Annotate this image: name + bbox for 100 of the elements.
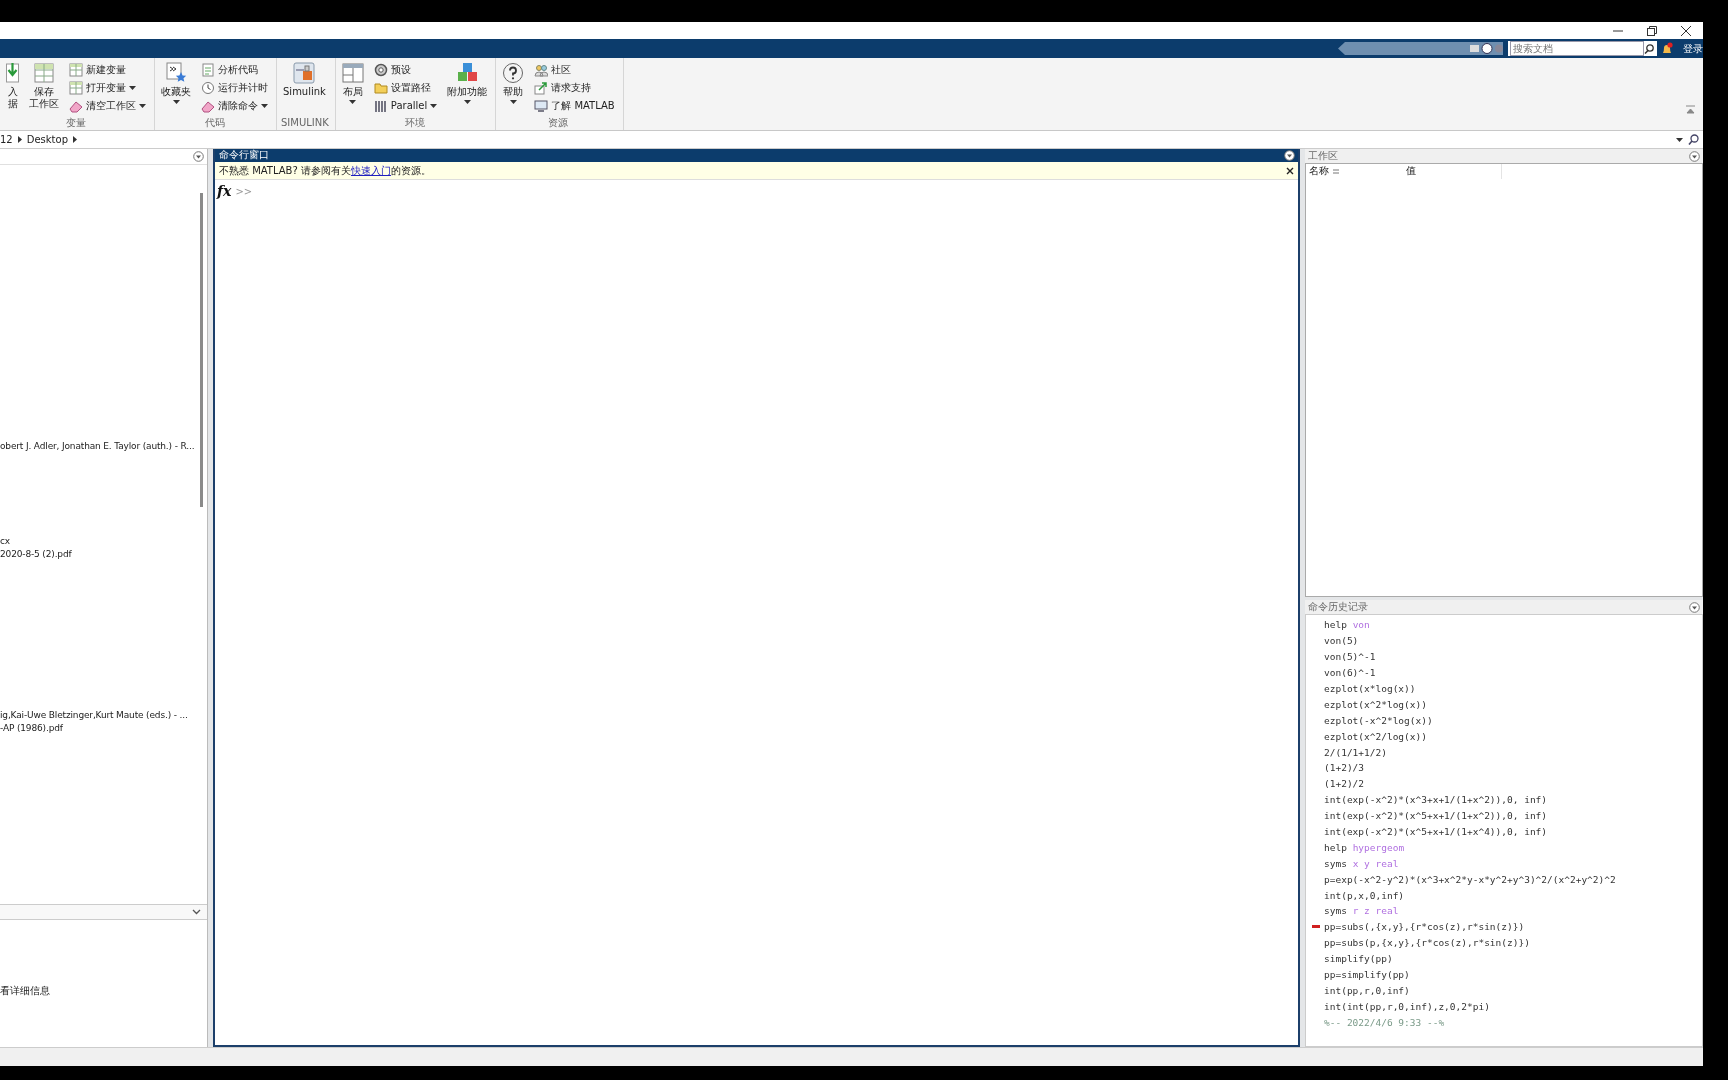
history-entry[interactable]: int(exp(-x^2)*(x^5+x+1/(1+x^2)),0, inf)	[1324, 810, 1548, 822]
history-entry[interactable]: help von	[1324, 619, 1370, 631]
cubes-icon	[456, 62, 479, 84]
search-field[interactable]: 搜索文档	[1508, 41, 1657, 56]
history-entry[interactable]: int(int(pp,r,0,inf),z,0,2*pi)	[1324, 1000, 1490, 1012]
history-entry[interactable]: syms r z real	[1324, 905, 1399, 917]
toolstrip-button[interactable]: 设置路径	[371, 79, 440, 96]
toolstrip-button[interactable]: 清空工作区	[67, 97, 148, 114]
history-entry[interactable]: ezplot(-x^2*log(x))	[1324, 714, 1433, 726]
toolstrip-button[interactable]: 新建变量	[67, 61, 148, 78]
toolstrip-button[interactable]: 了解 MATLAB	[532, 97, 617, 114]
file-name[interactable]: obert J. Adler, Jonathan E. Taylor (auth.) - R...	[0, 440, 195, 453]
history-entry[interactable]: pp=subs(p,{x,y},{r*cos(z),r*sin(z)})	[1324, 937, 1530, 949]
search-button[interactable]	[1688, 134, 1699, 145]
history-entry[interactable]: int(exp(-x^2)*(x^5+x+1/(1+x^4)),0, inf)	[1324, 826, 1548, 837]
path-segment[interactable]: 12	[0, 134, 13, 145]
file-name[interactable]: 2020-8-5 (2).pdf	[0, 548, 72, 561]
history-entry[interactable]: int(p,x,0,inf)	[1324, 889, 1405, 901]
function-button[interactable]: fx	[217, 183, 232, 199]
star-icon	[165, 62, 187, 84]
group-label: 环境	[403, 116, 426, 130]
chevron-icon[interactable]	[192, 909, 201, 915]
prompt: >>	[235, 185, 253, 197]
history-entry[interactable]: simplify(pp)	[1324, 953, 1393, 965]
history-entry[interactable]: von(6)^-1	[1324, 667, 1376, 679]
column-header[interactable]: 名称	[1309, 165, 1329, 178]
history-entry[interactable]: int(pp,r,0,inf)	[1324, 984, 1410, 996]
panel-title: 命令历史记录	[1308, 600, 1368, 614]
toolstrip-button[interactable]: 收藏夹	[159, 60, 193, 116]
toolstrip-button[interactable]: 附加功能	[445, 60, 490, 116]
chevron-icon	[73, 136, 77, 143]
clock-icon	[201, 80, 215, 95]
layout-icon	[341, 62, 364, 84]
scrollbar-thumb[interactable]	[200, 193, 203, 507]
history-entry[interactable]: von(5)^-1	[1324, 651, 1376, 663]
history-entry[interactable]: (1+2)/2	[1324, 778, 1365, 790]
dropdown-button[interactable]	[1676, 137, 1683, 142]
history-entry[interactable]: 2/(1/1+1/2)	[1324, 746, 1387, 758]
file-name[interactable]: ig,Kai-Uwe Bletzinger,Kurt Maute (eds.) - ...	[0, 709, 188, 722]
history-entry[interactable]: von(5)	[1324, 635, 1359, 647]
notice-text: 不熟悉 MATLAB? 请参阅有关快速入门的资源。	[219, 163, 431, 178]
document-icon	[201, 62, 215, 77]
history-entry[interactable]: ezplot(x^2/log(x))	[1324, 730, 1427, 742]
folder-icon	[373, 80, 388, 95]
help-icon	[502, 62, 525, 84]
toolstrip-button[interactable]: 入 据	[4, 60, 21, 116]
arrow-icon	[534, 80, 549, 95]
toolstrip-button[interactable]: 帮助	[500, 60, 527, 116]
toolstrip-button[interactable]: 请求支持	[532, 79, 617, 96]
toolstrip-button[interactable]: 清除命令	[199, 97, 270, 114]
collapse-button[interactable]	[1686, 105, 1695, 114]
chevron-icon	[17, 136, 22, 143]
toolstrip-button[interactable]: 社区	[532, 61, 617, 78]
restore-button[interactable]	[1647, 25, 1657, 36]
toolstrip-button[interactable]: 预设	[371, 61, 440, 78]
path-segment[interactable]: Desktop	[26, 134, 68, 145]
toolstrip-button[interactable]: 保存 工作区	[27, 60, 61, 116]
panel-menu-button[interactable]	[193, 151, 204, 162]
panel-menu-button[interactable]	[1284, 150, 1295, 161]
table-icon	[69, 62, 83, 77]
history-entry[interactable]: (1+2)/3	[1324, 762, 1365, 774]
toolstrip-button[interactable]: 运行并计时	[199, 79, 270, 96]
group-label: 资源	[547, 116, 570, 130]
close-button[interactable]	[1681, 25, 1691, 36]
quick-access-toolbar[interactable]	[1337, 41, 1504, 56]
bell-icon[interactable]	[1661, 41, 1673, 56]
toolstrip-button[interactable]: 打开变量	[67, 79, 148, 96]
toolstrip-button[interactable]: 布局	[339, 60, 366, 116]
column-header[interactable]: 值	[1406, 165, 1416, 178]
close-button[interactable]	[1286, 166, 1294, 175]
bars-icon	[373, 98, 388, 113]
table-icon	[33, 62, 55, 84]
file-name[interactable]: -AP (1986).pdf	[0, 722, 63, 735]
details-text: 看详细信息	[0, 984, 51, 998]
link[interactable]: 快速入门	[350, 164, 391, 176]
toolstrip-button[interactable]: Simulink	[281, 60, 328, 116]
history-entry[interactable]: syms x y real	[1324, 857, 1399, 869]
group-label: 代码	[203, 116, 226, 130]
table-icon	[69, 80, 83, 95]
sign-in-link[interactable]: 登录	[1683, 41, 1703, 56]
sort-icon	[1333, 169, 1339, 174]
gear-icon	[373, 62, 388, 77]
people-icon	[534, 62, 549, 77]
history-entry[interactable]: help hypergeom	[1324, 841, 1405, 853]
history-entry[interactable]: int(exp(-x^2)*(x^3+x+1/(1+x^2)),0, inf)	[1324, 794, 1548, 806]
search-icon	[1644, 43, 1654, 54]
group-label: SIMULINK	[281, 116, 329, 130]
panel-menu-button[interactable]	[1689, 601, 1700, 613]
panel-title: 命令行窗口	[219, 149, 269, 162]
group-label: 变量	[65, 116, 87, 130]
history-entry[interactable]: pp=simplify(pp)	[1324, 969, 1410, 981]
panel-menu-button[interactable]	[1689, 150, 1700, 162]
history-entry[interactable]: ezplot(x*log(x))	[1324, 683, 1416, 694]
history-entry[interactable]: p=exp(-x^2-y^2)*(x^3+x^2*y-x*y^2+y^3)^2/(x^2+y^2)^2	[1324, 873, 1616, 885]
history-entry[interactable]: ezplot(x^2*log(x))	[1324, 698, 1427, 710]
panel-title: 工作区	[1308, 149, 1338, 163]
toolstrip-button[interactable]: Parallel	[371, 97, 440, 114]
history-entry[interactable]: pp=subs(,{x,y},{r*cos(z),r*sin(z)})	[1324, 921, 1525, 933]
file-name[interactable]: cx	[0, 535, 10, 548]
toolstrip-button[interactable]: 分析代码	[199, 61, 270, 78]
